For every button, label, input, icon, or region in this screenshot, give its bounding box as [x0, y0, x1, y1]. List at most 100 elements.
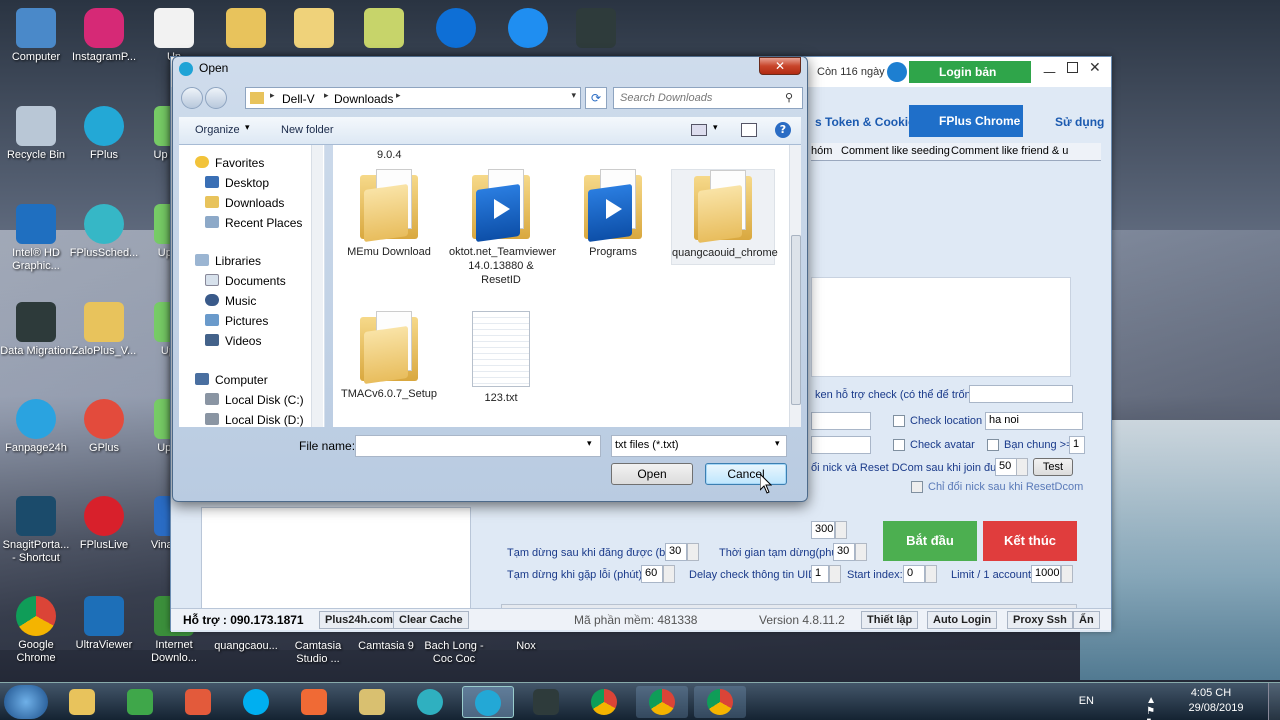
key-icon[interactable]: [887, 62, 907, 82]
desktop-icon-camtasia-9[interactable]: Camtasia 9: [350, 640, 422, 653]
content-textarea[interactable]: [811, 277, 1071, 377]
file-item[interactable]: Programs: [561, 169, 665, 259]
subtab-comment-like-friend[interactable]: Comment like friend & u: [951, 145, 1068, 157]
nav-recent-places[interactable]: Recent Places: [205, 213, 302, 233]
new-folder-button[interactable]: New folder: [281, 124, 334, 136]
login-license-button[interactable]: Login bản quyền: [909, 61, 1031, 101]
chevron-down-icon[interactable]: ▾: [571, 91, 576, 101]
nav-pictures[interactable]: Pictures: [205, 311, 268, 331]
nav-videos[interactable]: Videos: [205, 331, 261, 351]
check-avatar-checkbox[interactable]: [893, 439, 905, 451]
nav-computer[interactable]: Computer: [195, 370, 268, 390]
desktop-icon-computer[interactable]: Computer: [0, 8, 72, 64]
taskbar-fplus-active[interactable]: [462, 686, 514, 718]
tab-fplus-chrome[interactable]: FPlus Chrome: [909, 105, 1023, 137]
token-input[interactable]: [969, 385, 1073, 403]
pause-after-post-spinner[interactable]: [687, 543, 699, 561]
start-button[interactable]: Bắt đầu: [883, 521, 977, 561]
clock-date[interactable]: 29/08/2019: [1176, 702, 1256, 714]
desktop-icon-quangcao[interactable]: quangcaou...: [210, 640, 282, 653]
desktop-icon-ultraviewer[interactable]: UltraViewer: [68, 596, 140, 652]
taskbar-chrome-2[interactable]: [636, 686, 688, 718]
desktop-icon-fanpage24h[interactable]: Fanpage24h: [0, 399, 72, 455]
dropdown-select[interactable]: [811, 412, 871, 430]
forward-button[interactable]: [205, 87, 227, 109]
search-input[interactable]: Search Downloads: [613, 87, 803, 109]
start-index-input[interactable]: 0: [903, 565, 925, 583]
test-button[interactable]: Test: [1033, 458, 1073, 476]
nav-documents[interactable]: Documents: [205, 271, 286, 291]
file-type-select[interactable]: txt files (*.txt): [611, 435, 787, 457]
chevron-down-icon[interactable]: ▾: [587, 439, 592, 449]
clock-time[interactable]: 4:05 CH: [1176, 687, 1246, 699]
nav-favorites[interactable]: Favorites: [195, 153, 264, 173]
file-name-input[interactable]: [355, 435, 601, 457]
open-button[interactable]: Open: [611, 463, 693, 485]
help-icon[interactable]: ?: [775, 122, 791, 138]
organize-button[interactable]: Organize: [195, 124, 240, 136]
pause-on-error-input[interactable]: 60: [641, 565, 663, 583]
file-item[interactable]: 123.txt: [449, 311, 553, 405]
tray-icons[interactable]: ▲ ⚑ ▮ ◂): [1146, 695, 1156, 720]
clear-cache-button[interactable]: Clear Cache: [393, 611, 469, 629]
start-button[interactable]: [4, 685, 48, 719]
desktop-icon-gplus[interactable]: GPlus: [68, 399, 140, 455]
v300-input[interactable]: 300: [811, 521, 835, 539]
reset-input[interactable]: 50: [995, 458, 1017, 476]
nav-desktop[interactable]: Desktop: [205, 173, 269, 193]
taskbar-nox[interactable]: [520, 686, 572, 718]
maximize-icon[interactable]: [1067, 62, 1078, 73]
back-button[interactable]: [181, 87, 203, 109]
chevron-down-icon[interactable]: ▾: [713, 123, 718, 133]
reset-spinner[interactable]: [1016, 458, 1028, 476]
nav-downloads[interactable]: Downloads: [205, 193, 284, 213]
ban-chung-input[interactable]: 1: [1069, 436, 1085, 454]
desktop-icon-folder-1[interactable]: [210, 8, 282, 51]
file-item[interactable]: MEmu Download: [337, 169, 441, 259]
minimize-icon[interactable]: —: [1043, 65, 1056, 80]
desktop-icon-folder-3[interactable]: [348, 8, 420, 51]
desktop-icon-snagit[interactable]: SnagitPorta... - Shortcut: [0, 496, 72, 565]
location-input[interactable]: ha noi: [985, 412, 1083, 430]
desktop-icon-intel[interactable]: Intel® HD Graphic...: [0, 204, 72, 273]
taskbar-chrome-1[interactable]: [578, 686, 630, 718]
delay-uid-spinner[interactable]: [829, 565, 841, 583]
show-desktop-button[interactable]: [1268, 683, 1280, 720]
taskbar-fplus[interactable]: [404, 686, 456, 718]
taskbar-camtasia-green[interactable]: [114, 686, 166, 718]
check-location-checkbox[interactable]: [893, 415, 905, 427]
auto-login-button[interactable]: Auto Login: [927, 611, 998, 629]
breadcrumb-dell-v[interactable]: Dell-V: [282, 92, 315, 106]
pause-time-spinner[interactable]: [855, 543, 867, 561]
nav-libraries[interactable]: Libraries: [195, 251, 261, 271]
desktop-icon-nox-bottom[interactable]: Nox: [490, 640, 562, 653]
subtab-nhom[interactable]: hóm: [811, 145, 832, 157]
desktop-icon-data-migration[interactable]: Data Migration: [0, 302, 72, 358]
stop-button[interactable]: Kết thúc: [983, 521, 1077, 561]
desktop-icon-recycle-bin[interactable]: Recycle Bin: [0, 106, 72, 162]
taskbar-skype[interactable]: [230, 686, 282, 718]
nav-scrollbar[interactable]: [311, 145, 323, 427]
nav-local-disk-c[interactable]: Local Disk (C:): [205, 390, 304, 410]
desktop-icon-camtasia-studio[interactable]: Camtasia Studio ...: [282, 640, 354, 666]
start-index-spinner[interactable]: [925, 565, 937, 583]
desktop-icon-coccoc[interactable]: Bach Long - Coc Coc: [418, 640, 490, 666]
breadcrumb-downloads[interactable]: Downloads: [334, 92, 393, 106]
only-reset-checkbox[interactable]: [911, 481, 923, 493]
view-icon[interactable]: [691, 124, 707, 136]
proxy-ssh-button[interactable]: Proxy Ssh: [1007, 611, 1073, 629]
file-item[interactable]: TMACv6.0.7_Setup: [337, 311, 441, 401]
file-item[interactable]: oktot.net_Teamviewer 14.0.13880 & ResetI…: [449, 169, 556, 287]
close-icon[interactable]: ✕: [1089, 60, 1101, 76]
tab-token-cookie[interactable]: s Token & Cookie: [815, 115, 915, 129]
desktop-icon-folder-2[interactable]: [278, 8, 350, 51]
desktop-icon-zaloplus[interactable]: ZaloPlus_V...: [68, 302, 140, 358]
taskbar-chrome-3[interactable]: [694, 686, 746, 718]
tab-su-dung[interactable]: Sử dụng: [1055, 115, 1104, 129]
preview-pane-icon[interactable]: [741, 123, 757, 137]
desktop-icon-fpluslive[interactable]: FPlusLive: [68, 496, 140, 552]
file-item[interactable]: quangcaouid_chrome: [671, 169, 778, 265]
desktop-icon-chrome[interactable]: Google Chrome: [0, 596, 72, 665]
desktop-icon-fplus[interactable]: FPlus: [68, 106, 140, 162]
setup-button[interactable]: Thiết lập: [861, 611, 919, 629]
